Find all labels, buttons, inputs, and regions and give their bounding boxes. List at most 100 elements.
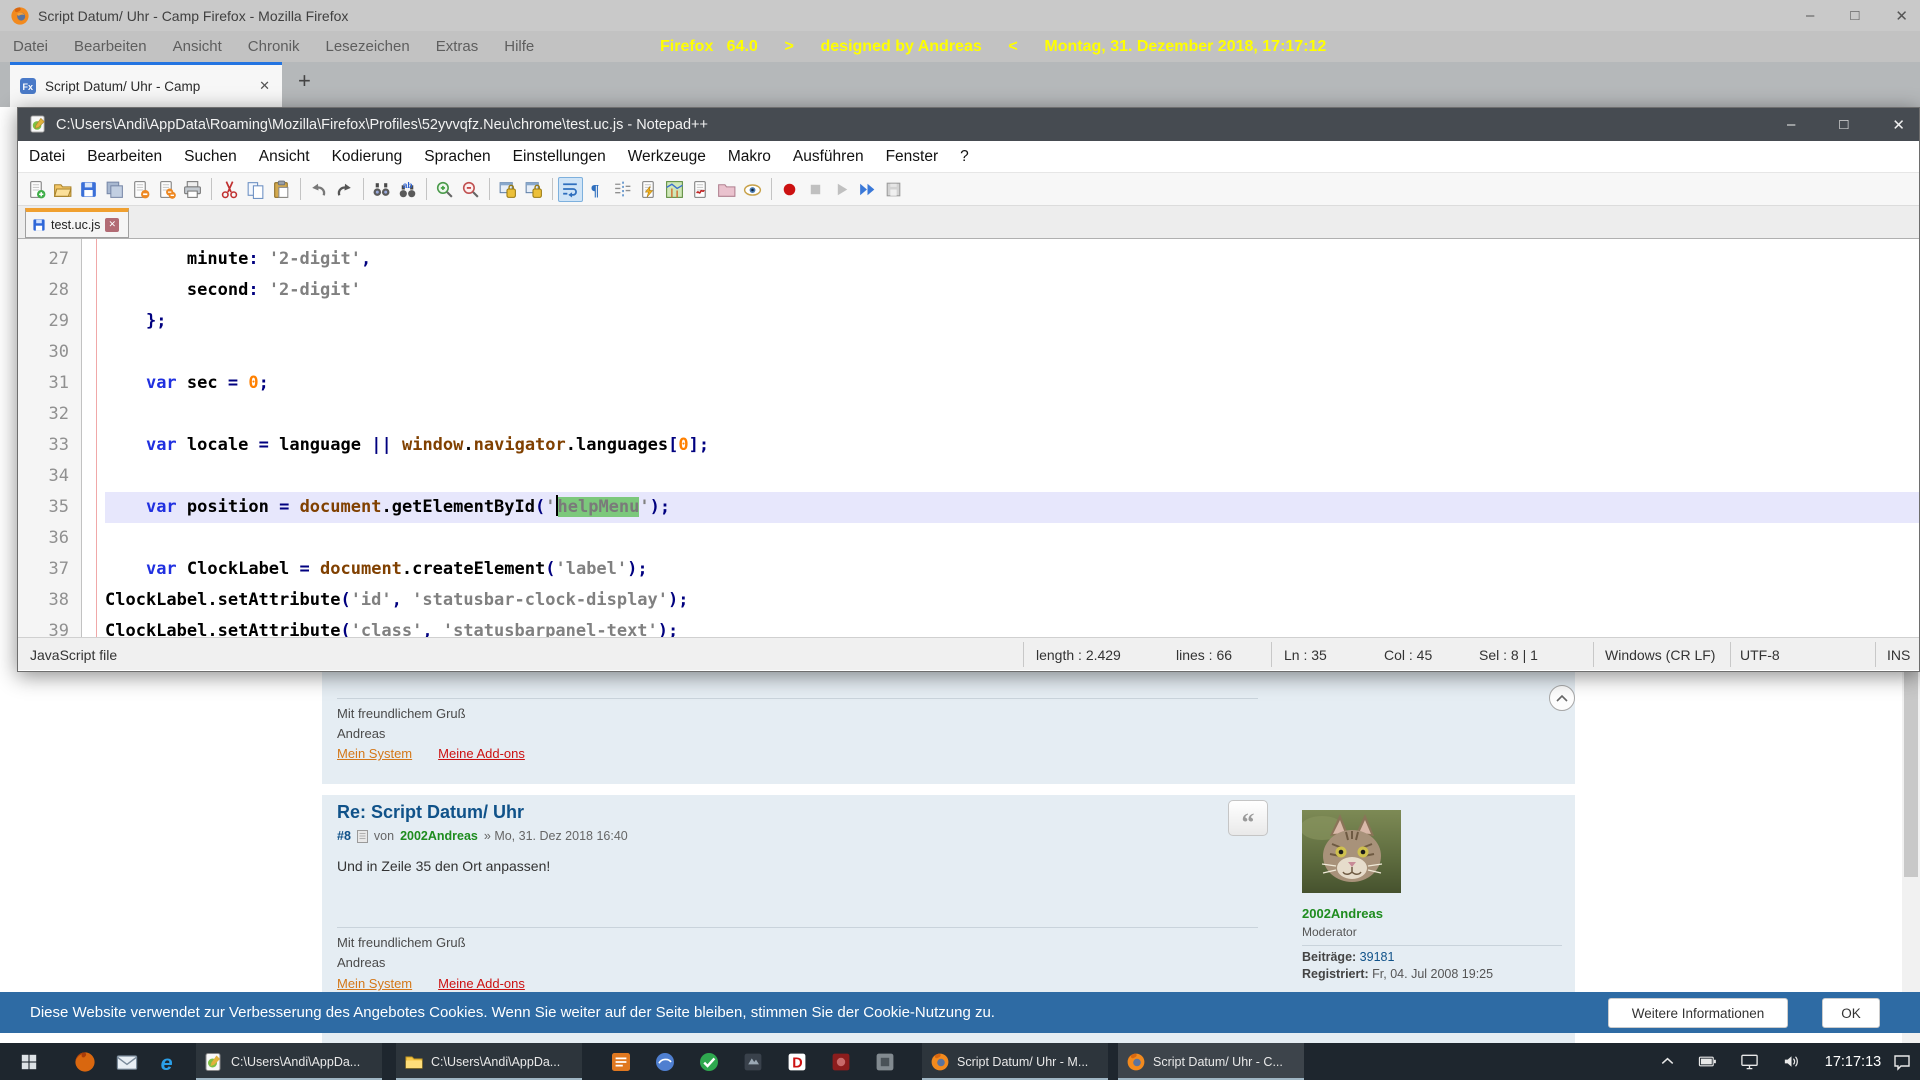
line-number[interactable]: 29	[18, 306, 81, 337]
code-line-29[interactable]: 29 };	[18, 306, 1919, 337]
paste-icon[interactable]	[269, 177, 294, 202]
line-number[interactable]: 33	[18, 430, 81, 461]
firefox-menu-bearbeiten[interactable]: Bearbeiten	[61, 38, 160, 55]
macro-record-icon[interactable]	[777, 177, 802, 202]
volume-icon[interactable]	[1782, 1043, 1801, 1080]
find-icon[interactable]	[369, 177, 394, 202]
line-number[interactable]: 27	[18, 244, 81, 275]
browser-red-icon[interactable]	[66, 1043, 104, 1080]
line-number[interactable]: 38	[18, 585, 81, 616]
firefox-menu-ansicht[interactable]: Ansicht	[160, 38, 235, 55]
taskbar-window-button-firefox-3[interactable]: Script Datum/ Uhr - M...	[922, 1043, 1108, 1080]
print-icon[interactable]	[180, 177, 205, 202]
redo-icon[interactable]	[332, 177, 357, 202]
line-number[interactable]: 32	[18, 399, 81, 430]
notepadpp-maximize-button[interactable]: □	[1839, 116, 1848, 133]
document-map-icon[interactable]	[662, 177, 687, 202]
undo-icon[interactable]	[306, 177, 331, 202]
notepadpp-menu-werkzeuge[interactable]: Werkzeuge	[617, 148, 717, 166]
macro-run-icon[interactable]	[855, 177, 880, 202]
code-line-38[interactable]: 38ClockLabel.setAttribute('id', 'statusb…	[18, 585, 1919, 616]
line-number[interactable]: 39	[18, 616, 81, 637]
code-line-35[interactable]: 35 var position = document.getElementByI…	[18, 492, 1919, 523]
notepadpp-menu-datei[interactable]: Datei	[18, 148, 76, 166]
taskbar-window-button-explorer-2[interactable]: C:\Users\Andi\AppDa...	[396, 1043, 582, 1080]
scrollbar-thumb[interactable]	[1904, 672, 1918, 877]
post-title[interactable]: Re: Script Datum/ Uhr	[337, 802, 524, 823]
line-number[interactable]: 36	[18, 523, 81, 554]
line-number[interactable]: 37	[18, 554, 81, 585]
notepadpp-minimize-button[interactable]: –	[1787, 116, 1795, 133]
taskbar-clock[interactable]: 17:17:13	[1820, 1043, 1886, 1080]
cut-icon[interactable]	[217, 177, 242, 202]
code-editor[interactable]: 27 minute: '2-digit',28 second: '2-digit…	[18, 239, 1919, 637]
action-center-icon[interactable]	[1892, 1043, 1912, 1080]
firefox-menu-chronik[interactable]: Chronik	[235, 38, 313, 55]
app-orange-icon[interactable]	[608, 1049, 633, 1074]
copy-icon[interactable]	[243, 177, 268, 202]
notepadpp-menu-item[interactable]: ?	[949, 148, 980, 166]
line-number[interactable]: 35	[18, 492, 81, 523]
scroll-to-top-button[interactable]	[1549, 685, 1575, 711]
status-insert-mode[interactable]: INS	[1887, 638, 1910, 671]
code-line-28[interactable]: 28 second: '2-digit'	[18, 275, 1919, 306]
taskbar-window-button-notepadpp-1[interactable]: C:\Users\Andi\AppDa...	[196, 1043, 382, 1080]
code-line-32[interactable]: 32	[18, 399, 1919, 430]
firefox-menu-lesezeichen[interactable]: Lesezeichen	[312, 38, 422, 55]
function-list-icon[interactable]	[636, 177, 661, 202]
cookie-info-button[interactable]: Weitere Informationen	[1608, 998, 1788, 1028]
notepadpp-menu-ausf-hren[interactable]: Ausführen	[782, 148, 875, 166]
indent-guide-icon[interactable]	[610, 177, 635, 202]
code-line-33[interactable]: 33 var locale = language || window.navig…	[18, 430, 1919, 461]
sync-scroll-v-icon[interactable]	[495, 177, 520, 202]
notepadpp-menu-sprachen[interactable]: Sprachen	[413, 148, 501, 166]
link-meine-addons[interactable]: Meine Add-ons	[438, 746, 525, 761]
status-encoding[interactable]: UTF-8	[1740, 638, 1780, 671]
line-number[interactable]: 31	[18, 368, 81, 399]
code-line-30[interactable]: 30	[18, 337, 1919, 368]
code-line-31[interactable]: 31 var sec = 0;	[18, 368, 1919, 399]
save-all-icon[interactable]	[102, 177, 127, 202]
notepadpp-menu-ansicht[interactable]: Ansicht	[248, 148, 321, 166]
post-author-link[interactable]: 2002Andreas	[400, 829, 478, 843]
word-wrap-icon[interactable]	[558, 177, 583, 202]
save-icon[interactable]	[76, 177, 101, 202]
firefox-tab[interactable]: Fx Script Datum/ Uhr - Camp ✕	[10, 62, 282, 107]
chevron-up-icon[interactable]	[1658, 1043, 1677, 1080]
link-meine-addons[interactable]: Meine Add-ons	[438, 976, 525, 991]
close-all-icon[interactable]	[154, 177, 179, 202]
tab-close-icon[interactable]: ✕	[259, 78, 270, 94]
notepadpp-menu-bearbeiten[interactable]: Bearbeiten	[76, 148, 173, 166]
code-line-39[interactable]: 39ClockLabel.setAttribute('class', 'stat…	[18, 616, 1919, 637]
editor-tab-close-icon[interactable]: ✕	[105, 218, 119, 232]
firefox-minimize-button[interactable]: –	[1806, 7, 1814, 24]
code-line-27[interactable]: 27 minute: '2-digit',	[18, 244, 1919, 275]
app-darkred-icon[interactable]	[828, 1049, 853, 1074]
firefox-close-button[interactable]: ✕	[1895, 7, 1908, 25]
replace-icon[interactable]: ab	[395, 177, 420, 202]
line-number[interactable]: 34	[18, 461, 81, 492]
code-line-37[interactable]: 37 var ClockLabel = document.createEleme…	[18, 554, 1919, 585]
notepadpp-menu-suchen[interactable]: Suchen	[173, 148, 248, 166]
show-symbols-icon[interactable]: ¶	[584, 177, 609, 202]
status-eol-format[interactable]: Windows (CR LF)	[1605, 638, 1715, 671]
preview-icon[interactable]	[740, 177, 765, 202]
mail-icon[interactable]	[108, 1043, 146, 1080]
posts-count-link[interactable]: 39181	[1360, 950, 1395, 964]
link-mein-system[interactable]: Mein System	[337, 976, 412, 991]
firefox-menu-datei[interactable]: Datei	[0, 38, 61, 55]
macro-play-icon[interactable]	[829, 177, 854, 202]
battery-icon[interactable]	[1698, 1043, 1717, 1080]
profile-name-link[interactable]: 2002Andreas	[1302, 906, 1562, 921]
app-gray-icon[interactable]	[872, 1049, 897, 1074]
start-button[interactable]	[0, 1043, 58, 1080]
open-file-icon[interactable]	[50, 177, 75, 202]
code-line-36[interactable]: 36	[18, 523, 1919, 554]
macro-save-icon[interactable]	[881, 177, 906, 202]
cookie-ok-button[interactable]: OK	[1822, 998, 1880, 1028]
firefox-maximize-button[interactable]: □	[1850, 7, 1859, 24]
zoom-out-icon[interactable]	[458, 177, 483, 202]
code-line-34[interactable]: 34	[18, 461, 1919, 492]
post-number[interactable]: #8	[337, 829, 351, 843]
notepadpp-menu-kodierung[interactable]: Kodierung	[321, 148, 414, 166]
